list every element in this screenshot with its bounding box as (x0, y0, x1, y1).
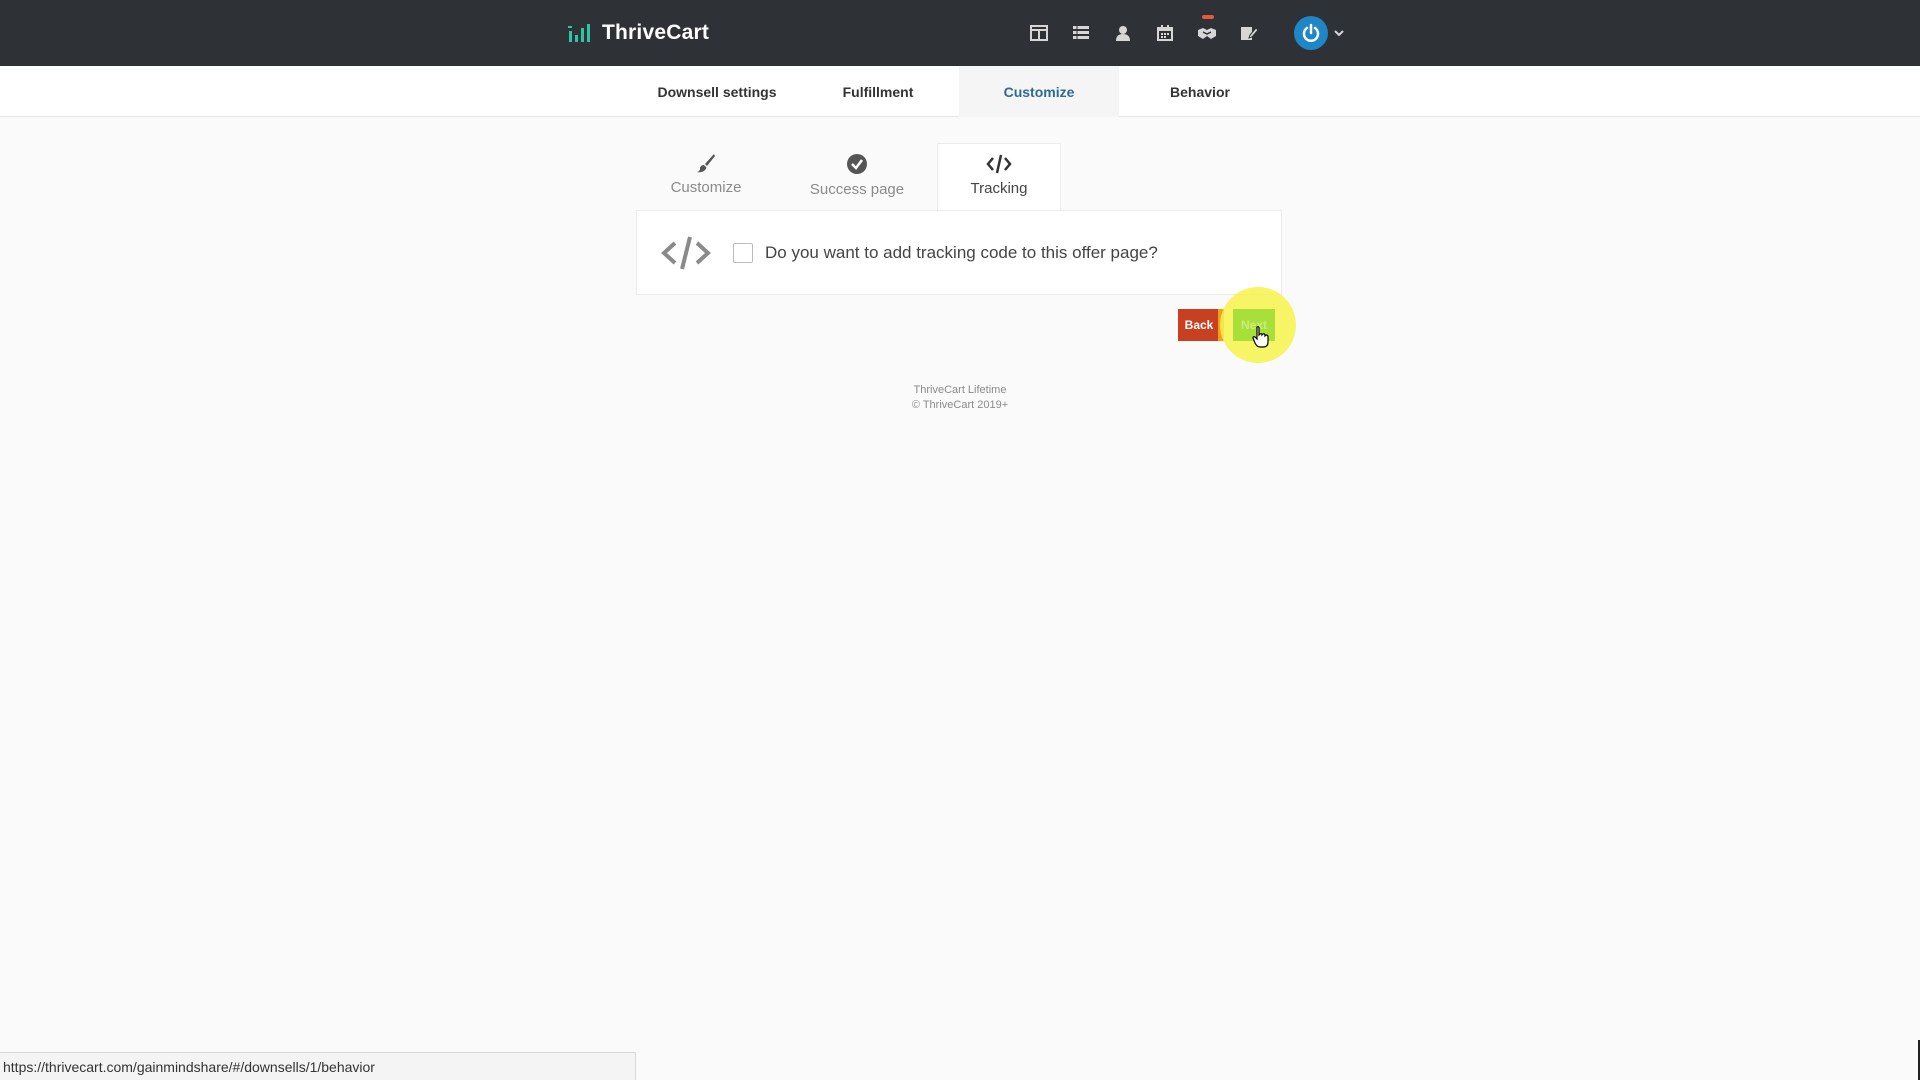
tab-behavior[interactable]: Behavior (1120, 66, 1280, 117)
brush-icon (697, 154, 715, 173)
list-icon[interactable] (1060, 20, 1102, 46)
account-menu[interactable] (1294, 15, 1344, 51)
subtab-tracking[interactable]: Tracking (937, 143, 1061, 211)
layout-icon[interactable] (1018, 20, 1060, 46)
footer-plan: ThriveCart Lifetime (913, 384, 1007, 396)
code-icon (661, 236, 711, 269)
back-button[interactable]: Back (1178, 309, 1224, 341)
subtab-label: Success page (809, 181, 905, 198)
logo-bars-icon (568, 24, 590, 42)
handshake-icon[interactable] (1186, 15, 1228, 46)
browser-status-url: https://thrivecart.com/gainmindshare/#/d… (0, 1052, 636, 1080)
brand-name: ThriveCart (602, 21, 710, 44)
chevron-down-icon (1334, 30, 1344, 37)
thrivecart-logo[interactable]: ThriveCart (568, 18, 709, 48)
calendar-icon[interactable] (1144, 20, 1186, 46)
tracking-panel: Do you want to add tracking code to this… (636, 210, 1282, 295)
power-icon (1294, 16, 1328, 50)
subtab-label: Customize (670, 179, 742, 196)
tab-downsell-settings[interactable]: Downsell settings (637, 66, 797, 117)
tracking-question: Do you want to add tracking code to this… (765, 242, 1158, 262)
footer-copyright: © ThriveCart 2019+ (911, 399, 1009, 411)
check-circle-icon (847, 154, 867, 174)
top-navbar: ThriveCart (0, 0, 1920, 66)
subtab-customize[interactable]: Customize (644, 143, 768, 211)
notification-badge (1202, 15, 1214, 19)
subtab-label: Tracking (970, 180, 1028, 197)
tab-fulfillment[interactable]: Fulfillment (798, 66, 958, 117)
tracking-code-checkbox[interactable] (733, 242, 753, 263)
edit-icon[interactable] (1228, 20, 1270, 46)
code-icon (986, 154, 1012, 174)
page-footer: ThriveCart Lifetime © ThriveCart 2019+ (860, 383, 1060, 413)
hand-cursor-icon (1252, 326, 1269, 348)
top-nav-icons (1018, 15, 1270, 46)
tab-customize[interactable]: Customize (959, 66, 1119, 117)
subtab-success-page[interactable]: Success page (795, 143, 919, 211)
user-icon[interactable] (1102, 20, 1144, 46)
main-tab-bar: Downsell settings Fulfillment Customize … (0, 66, 1920, 117)
